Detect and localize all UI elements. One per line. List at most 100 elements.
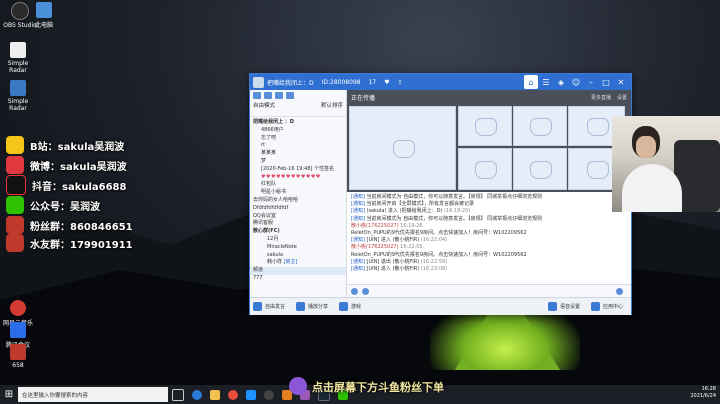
message: [通知] [UIN] 进入 (散小桃FIR) (16:23:08) <box>351 266 448 273</box>
member-item[interactable]: 某某某 <box>253 150 343 158</box>
more-live-link[interactable]: 更多直播 <box>591 94 611 101</box>
group2-title[interactable]: 散心群(FC) <box>253 228 343 236</box>
douyin-icon <box>6 175 26 195</box>
member-item[interactable]: 梦 <box>253 158 343 166</box>
member-item[interactable]: 忘了吧 <box>253 135 343 143</box>
qq-icon[interactable] <box>246 389 256 400</box>
mic-icon[interactable] <box>253 302 262 311</box>
overlay-water-group: 水友群：179901911 <box>6 234 133 252</box>
sub-group[interactable]: 明星小秘书 <box>253 189 343 197</box>
desktop-icon-658[interactable]: 658 <box>0 344 36 369</box>
placeholder-cat-icon <box>530 118 552 136</box>
placeholder-cat-icon <box>392 140 415 158</box>
message: [通知] (sakula) 进入 (把嘴给我闭上：D) (16:19:20) <box>351 208 471 215</box>
home-icon[interactable]: ⌂ <box>524 75 538 89</box>
member-item[interactable]: 韩小样 [房主] <box>253 259 343 267</box>
windows-start-icon[interactable]: ⊞ <box>0 385 18 404</box>
home-small-icon[interactable] <box>253 92 261 99</box>
close-icon[interactable]: ✕ <box>614 75 628 89</box>
video-tile[interactable] <box>513 106 567 146</box>
member-panel-header: 自由模式 默认排序 <box>250 90 346 117</box>
voice-settings-icon[interactable] <box>547 302 557 311</box>
app-icon <box>10 344 26 360</box>
maximize-icon[interactable]: □ <box>599 75 613 89</box>
desktop-icon-simple-radar-2[interactable]: Simple Radar <box>0 80 36 112</box>
footer-channel-selected[interactable]: 频道 <box>250 267 346 275</box>
minimize-icon[interactable]: – <box>584 75 598 89</box>
computer-icon <box>36 2 52 18</box>
main-video-tile[interactable] <box>349 106 456 190</box>
video-tile[interactable] <box>458 148 512 190</box>
emoji-icon[interactable] <box>351 287 358 295</box>
folder-icon[interactable] <box>210 389 220 400</box>
placeholder-cat-icon <box>475 161 497 179</box>
message: 散小桃(176225027) 16:19:26 ReletOn_PUPU的9代优先… <box>351 222 527 237</box>
video-tile[interactable] <box>513 148 567 190</box>
sort-dropdown[interactable]: 默认排序 <box>321 101 343 109</box>
room-id: ID:28008098 <box>321 78 361 86</box>
group-title[interactable]: 把嘴给我闭上 ：D <box>253 119 343 127</box>
gamepad-icon[interactable]: ◈ <box>554 75 568 89</box>
stream-subtitle: 点击屏幕下方斗鱼粉丝下单 <box>312 381 444 394</box>
task-view-icon[interactable] <box>172 388 184 401</box>
weibo-icon <box>6 156 24 174</box>
group-icon[interactable] <box>264 92 272 99</box>
chrome-icon[interactable] <box>228 389 238 400</box>
users-icon[interactable]: ☺ <box>569 75 583 89</box>
font-icon[interactable] <box>362 287 369 295</box>
wechat-icon <box>6 196 24 214</box>
placeholder-cat-icon <box>475 118 497 136</box>
obs-taskbar-icon[interactable] <box>264 389 274 400</box>
fans-group-icon <box>6 216 24 234</box>
message: [通知] [UIN] 退出 (散小桃FIR) (16:22:59) <box>351 258 448 265</box>
room-title: 把嘴给我闭上：D <box>267 79 314 87</box>
status-line: [2020-Feb-16 19:48] 个性签名 <box>261 165 335 172</box>
video-stage <box>347 104 631 192</box>
message: 散小桃(176225027) 16:22:05 ReletOn_PUPU的9代优先… <box>351 244 527 258</box>
list-icon[interactable]: ☰ <box>539 75 553 89</box>
play-share-icon[interactable] <box>296 302 306 311</box>
overlay-fans-group: 粉丝群：860846651 <box>6 216 133 234</box>
edit-icon[interactable] <box>286 92 294 99</box>
channel-item[interactable]: 去你妈的女人哈哈哈 <box>253 197 343 205</box>
edge-icon[interactable] <box>192 389 202 400</box>
settings-link[interactable]: 设置 <box>617 94 627 101</box>
app-center-button[interactable]: 应用中心 <box>603 303 623 310</box>
mode-dropdown[interactable]: 自由模式 <box>253 101 275 109</box>
placeholder-cat-icon <box>586 161 609 179</box>
play-share-button[interactable]: 播放分享 <box>308 303 328 310</box>
placeholder-cat-icon <box>586 118 609 136</box>
member-tree: 把嘴给我闭上 ：D 4866用户 忘了吧 rt 某某某 梦 [2020-Feb-… <box>250 117 346 285</box>
main-panel: 正在传播 更多直播 设置 [通知] 当前房间模式为 自由模式，你可以随意发言。【… <box>347 90 631 297</box>
overlay-wechat: 公众号：吴润波 <box>6 196 100 214</box>
video-tile[interactable] <box>458 106 512 146</box>
message-input-bar[interactable] <box>347 284 631 297</box>
member-item[interactable]: rt <box>253 142 343 150</box>
game-icon[interactable] <box>339 302 349 311</box>
member-item[interactable]: 4866用户 <box>253 127 343 135</box>
game-button[interactable]: 游戏 <box>351 303 361 310</box>
footer-channel[interactable]: 777 <box>253 275 343 283</box>
member-item[interactable]: 12月 <box>253 236 343 244</box>
douyu-icon <box>289 377 307 395</box>
mic-small-icon[interactable] <box>275 92 283 99</box>
taskbar-search-input[interactable]: 在这里输入你要搜索的内容 <box>18 387 168 402</box>
free-speak-button[interactable]: 自由发言 <box>265 303 285 310</box>
channel-item[interactable]: 腾讯客服 <box>253 220 343 228</box>
desktop-icon-simple-radar-1[interactable]: Simple Radar <box>0 42 36 74</box>
window-titlebar[interactable]: 把嘴给我闭上：D ID:28008098 17 ♥ ⇪ ⌂ ☰ ◈ ☺ – □ … <box>250 74 631 90</box>
channel-item[interactable]: Dfdfdfdfdfdfdf <box>253 205 343 213</box>
member-panel: 自由模式 默认排序 把嘴给我闭上 ：D 4866用户 忘了吧 rt 某某某 梦 … <box>250 90 347 297</box>
share-icon[interactable]: ⇪ <box>398 79 403 86</box>
app-center-icon[interactable] <box>590 302 600 311</box>
person-body <box>622 164 682 212</box>
sub-group[interactable]: 红包队 <box>253 181 343 189</box>
system-tray-clock[interactable]: 16:28 2021/6/24 <box>690 386 716 400</box>
voice-settings-button[interactable]: 语音设置 <box>560 303 580 310</box>
send-icon[interactable] <box>616 287 623 295</box>
message-log[interactable]: [通知] 当前房间模式为 自由模式，你可以随意发言。【房规】 同城举报点仔细浏览… <box>347 192 631 284</box>
heart-icon[interactable]: ♥ <box>384 79 389 86</box>
member-item[interactable]: MiracleNote <box>253 244 343 252</box>
desktop-icon-this-pc[interactable]: 此电脑 <box>26 2 62 29</box>
radar-icon <box>10 80 26 96</box>
